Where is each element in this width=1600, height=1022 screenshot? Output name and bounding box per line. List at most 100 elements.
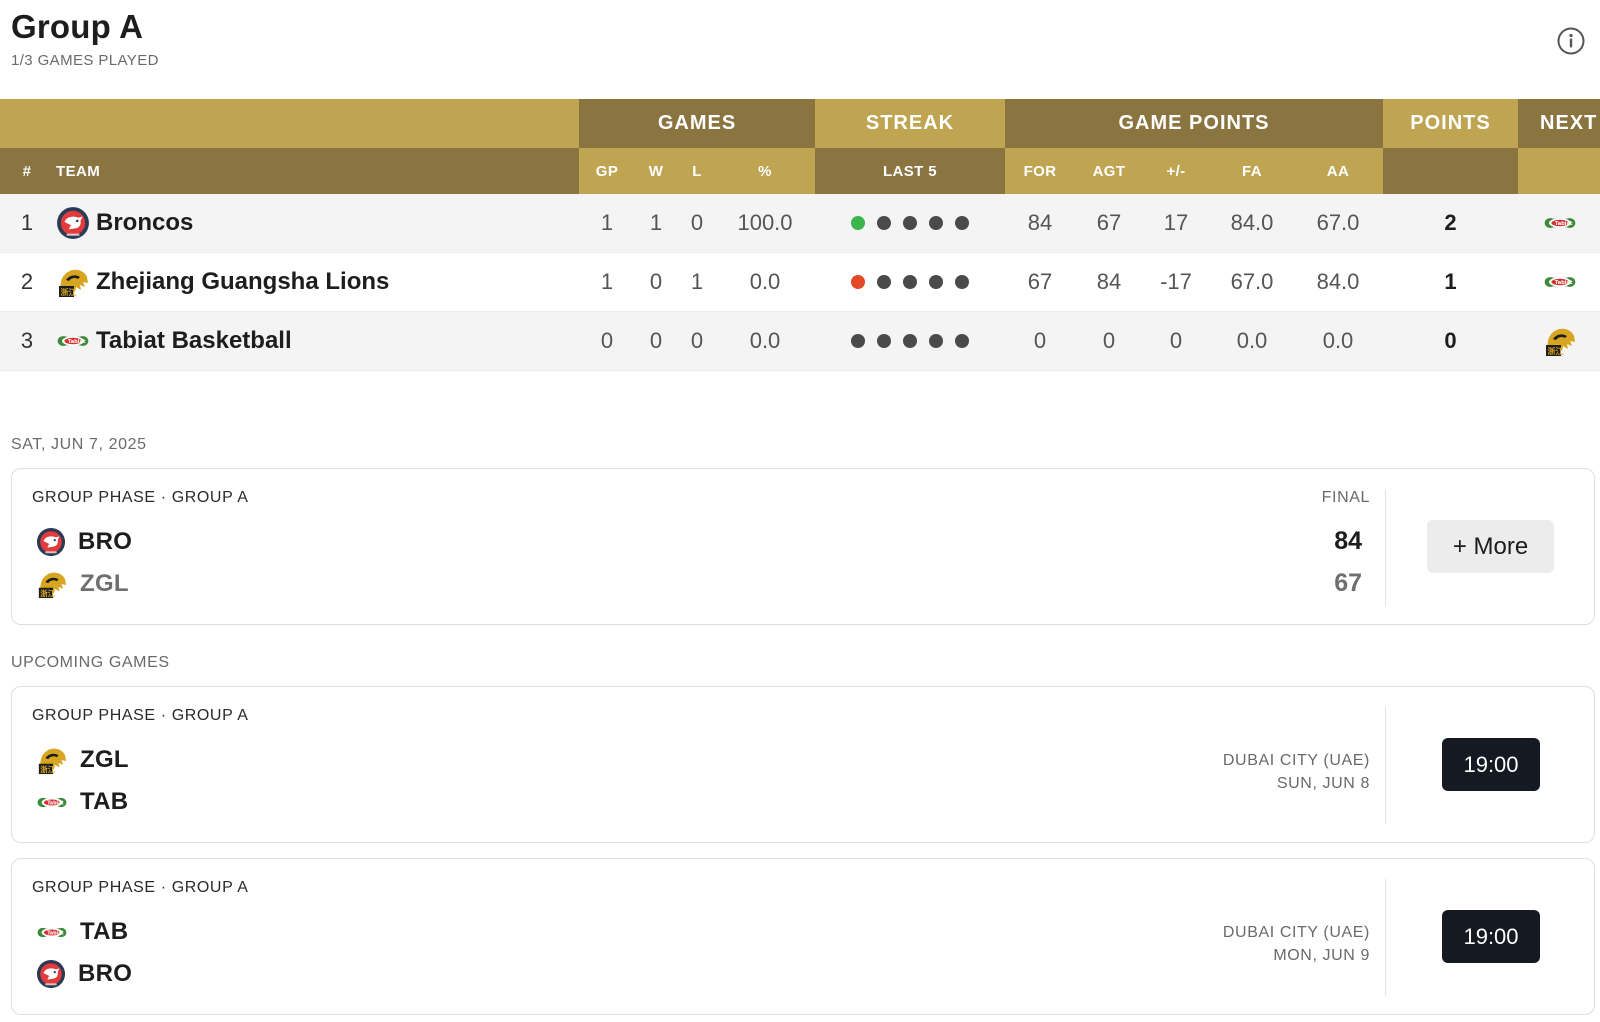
team-cell[interactable]: Broncos [56,194,556,252]
tabiat-logo [36,925,68,940]
streak-dot-none [955,334,969,348]
team-name[interactable]: Tabiat Basketball [96,327,292,355]
upcoming-games-label: UPCOMING GAMES [11,654,170,671]
l-cell: 0 [690,210,704,235]
game-team-home[interactable]: BRO [36,525,132,559]
lions-logo [36,569,68,599]
game-team-away[interactable]: TAB [36,785,128,819]
col-team: TEAM [56,162,101,180]
team-abbr: TAB [80,788,129,815]
rank-cell: 1 [20,210,34,235]
table-row[interactable]: 3 Tabiat Basketball 0 0 0 0.0 0 0 0 0.0 … [0,312,1600,371]
streak-dot-none [929,334,943,348]
streak-dot-none [929,216,943,230]
game-status: FINAL [1321,489,1370,506]
team-abbr: ZGL [80,570,129,597]
pct-cell: 0.0 [749,328,781,353]
rank-cell: 2 [20,269,34,294]
game-location-date: DUBAI CITY (UAE) MON, JUN 9 [1223,921,1370,967]
streak-dot-none [903,216,917,230]
points-cell: 1 [1444,269,1457,294]
team-abbr: ZGL [80,746,129,773]
home-score: 84 [1334,527,1362,555]
col-rank: # [22,162,32,180]
away-score: 67 [1334,569,1362,597]
fa-cell: 67.0 [1230,269,1274,294]
fa-cell: 0.0 [1236,328,1268,353]
points-cell: 0 [1444,328,1457,353]
lions-logo [1543,325,1577,357]
streak-dot-none [903,334,917,348]
streak-dot-loss [851,275,865,289]
gp-cell: 1 [600,210,614,235]
col-w: W [648,162,664,180]
w-cell: 1 [649,210,663,235]
game-location-date: DUBAI CITY (UAE) SUN, JUN 8 [1223,749,1370,795]
game-date: MON, JUN 9 [1273,947,1370,964]
group-header-game-points: GAME POINTS [1005,99,1383,148]
agt-cell: 0 [1102,328,1116,353]
team-abbr: TAB [80,918,129,945]
col-l: L [692,162,702,180]
col-diff: +/- [1166,162,1186,180]
team-cell[interactable]: Zhejiang Guangsha Lions [56,253,556,311]
tabiat-logo [36,795,68,810]
broncos-logo [56,206,90,240]
col-for: FOR [1023,162,1057,180]
next-opponent-cell[interactable] [1540,253,1580,311]
col-last5: LAST 5 [882,162,938,180]
col-fa: FA [1242,162,1262,180]
game-phase-label: GROUP PHASE · GROUP A [32,707,249,724]
table-column-header: # TEAM GP W L % LAST 5 FOR AGT +/- FA AA [0,148,1600,194]
pct-cell: 0.0 [749,269,781,294]
col-gp: GP [595,162,619,180]
game-card-final[interactable]: GROUP PHASE · GROUP A BRO ZGL FINAL 84 6… [11,468,1595,625]
tabiat-logo [1543,215,1577,231]
team-name[interactable]: Broncos [96,209,193,237]
page-header: Group A 1/3 GAMES PLAYED [11,8,159,69]
game-team-away[interactable]: BRO [36,957,132,991]
streak-dot-none [903,275,917,289]
team-name[interactable]: Zhejiang Guangsha Lions [96,268,389,296]
table-row[interactable]: 2 Zhejiang Guangsha Lions 1 0 1 0.0 67 8… [0,253,1600,312]
more-button[interactable]: + More [1427,520,1554,573]
diff-cell: 0 [1169,328,1183,353]
game-time-button[interactable]: 19:00 [1442,738,1540,791]
lions-logo [56,266,90,298]
game-time-button[interactable]: 19:00 [1442,910,1540,963]
for-cell: 67 [1027,269,1053,294]
game-team-away[interactable]: ZGL [36,567,129,601]
game-location: DUBAI CITY (UAE) [1222,752,1370,769]
streak-cell [815,253,1005,311]
streak-dot-win [851,216,865,230]
team-cell[interactable]: Tabiat Basketball [56,312,556,370]
info-icon[interactable] [1556,26,1586,56]
for-cell: 84 [1027,210,1053,235]
streak-dots [851,334,969,348]
streak-cell [815,194,1005,252]
col-agt: AGT [1092,162,1126,180]
group-header-points: POINTS [1383,99,1518,148]
broncos-logo [36,959,66,989]
game-team-home[interactable]: ZGL [36,743,129,777]
game-card-upcoming[interactable]: GROUP PHASE · GROUP A TAB BRO DUBAI CITY… [11,858,1595,1015]
next-opponent-cell[interactable] [1540,312,1580,370]
diff-cell: 17 [1163,210,1189,235]
group-header-next: NEXT [1518,99,1600,148]
aa-cell: 0.0 [1322,328,1354,353]
aa-cell: 67.0 [1316,210,1360,235]
streak-dots [851,216,969,230]
streak-dot-none [955,275,969,289]
game-team-home[interactable]: TAB [36,915,128,949]
for-cell: 0 [1033,328,1047,353]
rank-cell: 3 [20,328,34,353]
game-card-upcoming[interactable]: GROUP PHASE · GROUP A ZGL TAB DUBAI CITY… [11,686,1595,843]
games-played-subtitle: 1/3 GAMES PLAYED [11,52,159,69]
l-cell: 0 [690,328,704,353]
diff-cell: -17 [1160,269,1192,294]
next-opponent-cell[interactable] [1540,194,1580,252]
game-phase-label: GROUP PHASE · GROUP A [32,489,249,506]
streak-dots [851,275,969,289]
aa-cell: 84.0 [1316,269,1360,294]
table-row[interactable]: 1 Broncos 1 1 0 100.0 84 67 17 84.0 67.0… [0,194,1600,253]
